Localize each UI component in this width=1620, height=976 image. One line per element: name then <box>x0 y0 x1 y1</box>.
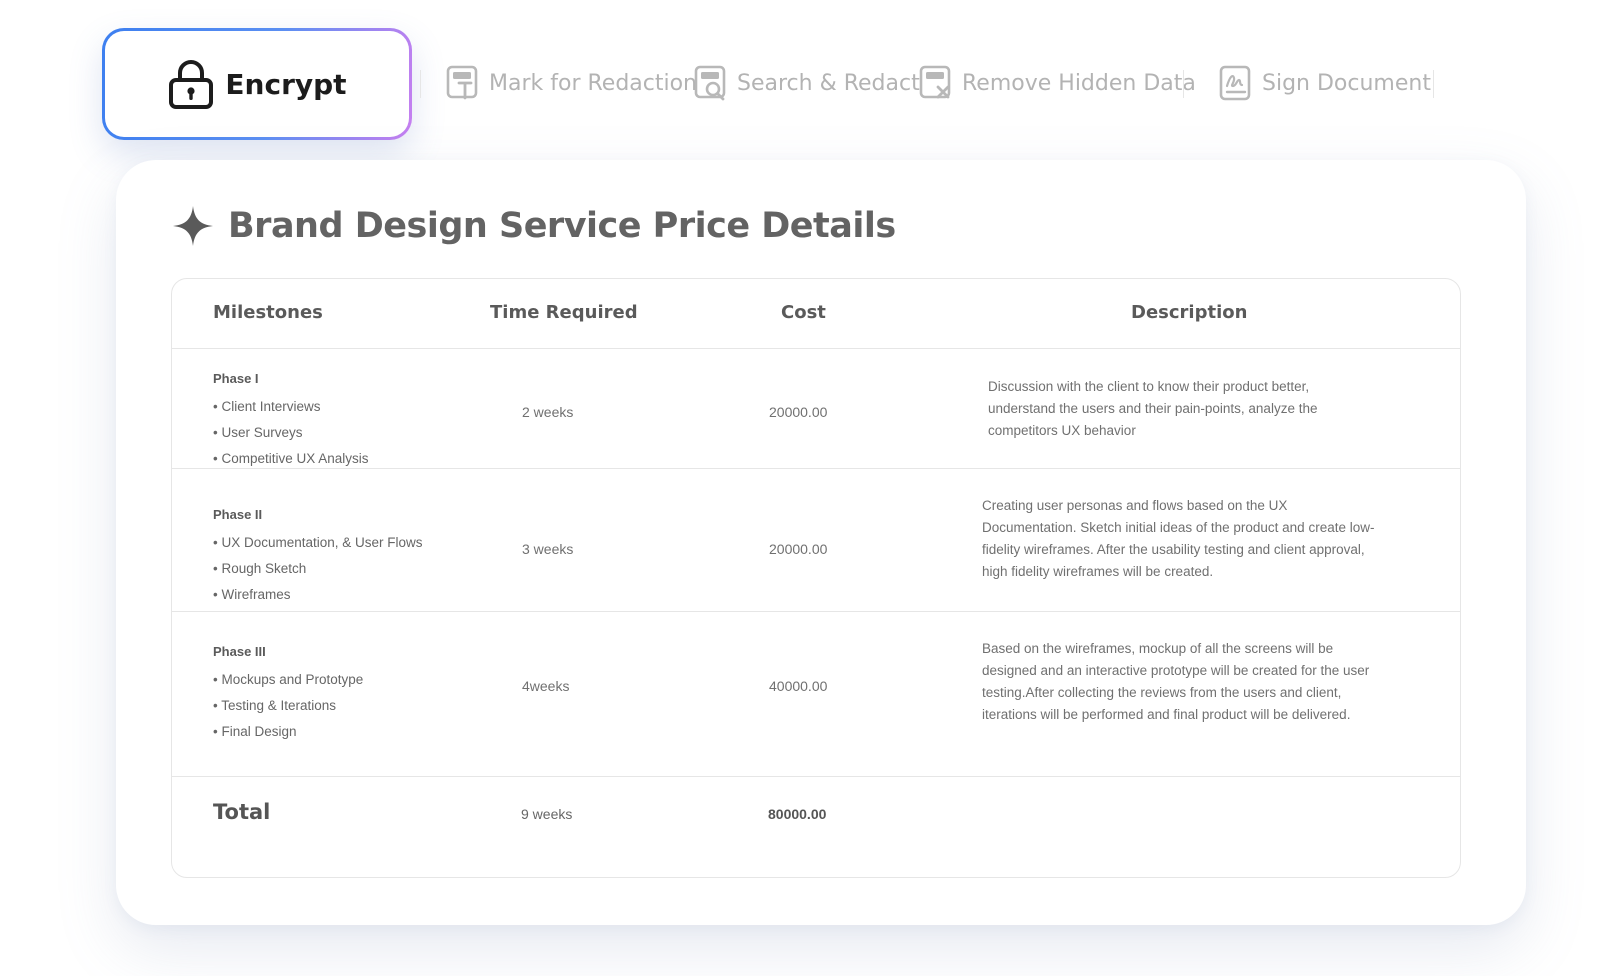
search-and-redact-label: Search & Redact <box>737 70 920 96</box>
remove-hidden-data-button[interactable]: Remove Hidden Data <box>918 62 1196 104</box>
price-details-card: Brand Design Service Price Details Miles… <box>116 160 1526 925</box>
remove-hidden-data-icon <box>919 65 951 99</box>
cost-value: 20000.00 <box>769 541 828 557</box>
table-row: Phase II • UX Documentation, & User Flow… <box>172 469 1460 612</box>
header-cost: Cost <box>781 302 826 323</box>
milestone-item: • Mockups and Prototype <box>213 672 364 687</box>
milestone-item: • Client Interviews <box>213 399 321 414</box>
sign-document-label: Sign Document <box>1262 70 1431 96</box>
page-title: Brand Design Service Price Details <box>228 206 896 246</box>
table-row: Phase I • Client Interviews • User Surve… <box>172 349 1460 469</box>
time-required-value: 4weeks <box>522 678 570 694</box>
time-required-value: 2 weeks <box>522 404 574 420</box>
toolbar-divider <box>1433 70 1434 98</box>
milestone-cell: Phase III • Mockups and Prototype • Test… <box>213 644 363 745</box>
description-text: Creating user personas and flows based o… <box>982 498 1375 579</box>
remove-hidden-data-label: Remove Hidden Data <box>962 70 1196 96</box>
table-row: Phase III • Mockups and Prototype • Test… <box>172 612 1460 777</box>
encrypt-label: Encrypt <box>225 67 347 101</box>
milestone-item: • User Surveys <box>213 425 303 440</box>
phase-name: Phase III <box>213 644 266 659</box>
total-label: Total <box>213 800 271 824</box>
page: Encrypt Mark for Redaction Search & Reda… <box>0 0 1620 976</box>
description-text: Based on the wireframes, mockup of all t… <box>982 641 1370 722</box>
phase-name: Phase II <box>213 507 263 522</box>
encrypt-button[interactable]: Encrypt <box>102 28 412 140</box>
sign-document-icon <box>1219 65 1251 101</box>
milestone-item: • UX Documentation, & User Flows <box>213 535 423 550</box>
total-cost-value: 80000.00 <box>768 806 827 822</box>
milestone-cell: Phase II • UX Documentation, & User Flow… <box>213 507 423 608</box>
mark-redaction-icon <box>446 65 478 100</box>
search-and-redact-button[interactable]: Search & Redact <box>693 62 920 104</box>
table-total-row: Total 9 weeks 80000.00 <box>172 777 1460 877</box>
lock-icon <box>169 60 214 109</box>
sparkle-icon <box>173 206 213 246</box>
cost-value: 20000.00 <box>769 404 828 420</box>
milestone-cell: Phase I • Client Interviews • User Surve… <box>213 371 369 472</box>
search-redact-icon <box>694 65 726 101</box>
milestone-item: • Wireframes <box>213 587 291 602</box>
time-required-value: 3 weeks <box>522 541 574 557</box>
milestone-item: • Rough Sketch <box>213 561 307 576</box>
sign-document-button[interactable]: Sign Document <box>1218 62 1431 104</box>
cost-value: 40000.00 <box>769 678 828 694</box>
price-table: Milestones Time Required Cost Descriptio… <box>171 278 1461 878</box>
phase-name: Phase I <box>213 371 259 386</box>
toolbar: Encrypt Mark for Redaction Search & Reda… <box>0 0 1620 150</box>
mark-for-redaction-label: Mark for Redaction <box>489 70 698 96</box>
total-time-value: 9 weeks <box>521 806 573 822</box>
header-time-required: Time Required <box>490 302 638 323</box>
toolbar-divider <box>1183 70 1184 98</box>
mark-for-redaction-button[interactable]: Mark for Redaction <box>445 62 697 104</box>
card-title: Brand Design Service Price Details <box>172 204 896 248</box>
milestone-item: • Testing & Iterations <box>213 698 337 713</box>
toolbar-divider <box>420 70 421 98</box>
header-description: Description <box>1131 302 1248 323</box>
milestone-item: • Final Design <box>213 724 297 739</box>
header-milestones: Milestones <box>213 302 323 323</box>
description-text: Discussion with the client to know their… <box>988 379 1318 438</box>
encrypt-button-inner: Encrypt <box>105 31 409 137</box>
table-header-row: Milestones Time Required Cost Descriptio… <box>172 279 1460 349</box>
